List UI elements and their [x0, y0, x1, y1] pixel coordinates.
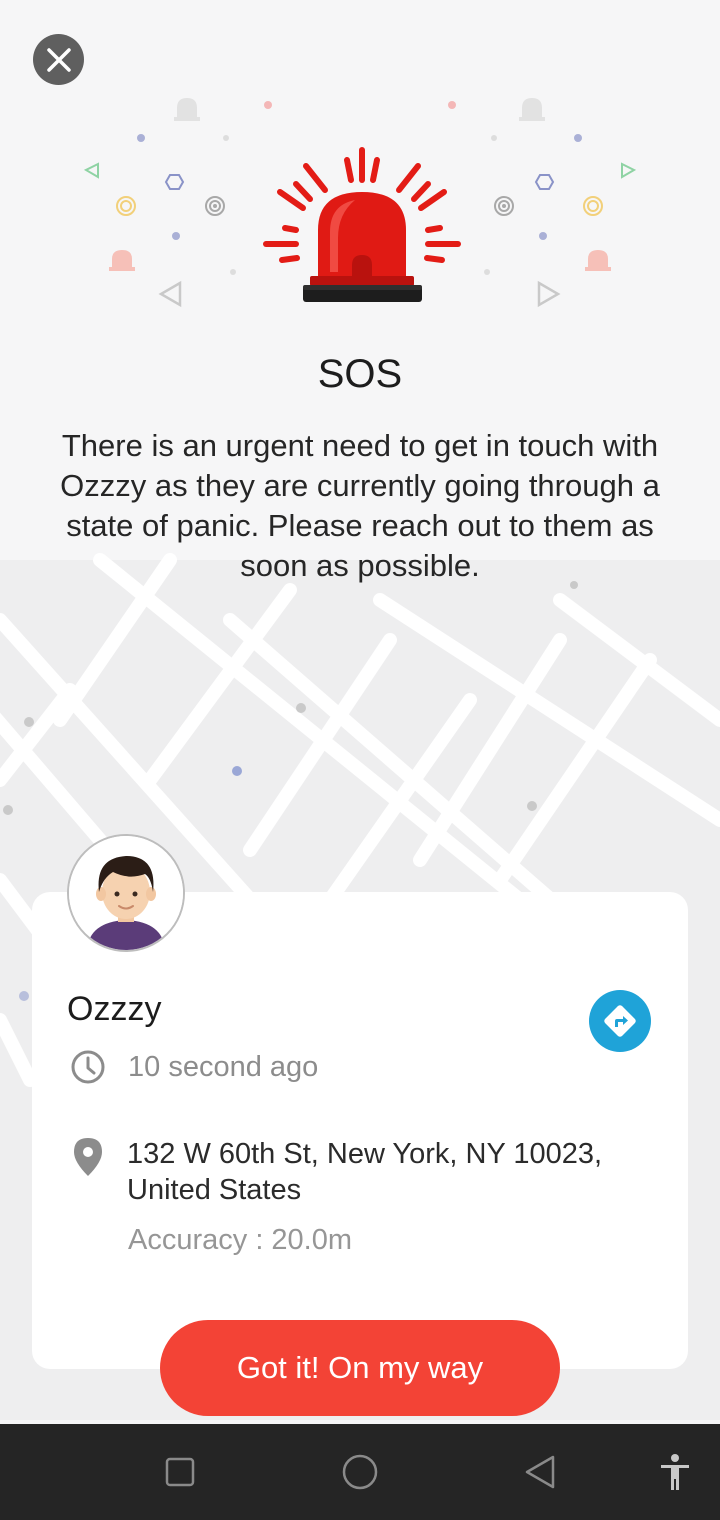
close-icon: [46, 47, 71, 72]
siren-illustration: [83, 98, 637, 308]
timestamp: 10 second ago: [128, 1051, 319, 1083]
close-button[interactable]: [33, 34, 84, 85]
accessibility-button[interactable]: [650, 1424, 700, 1520]
confirm-on-my-way-button[interactable]: Got it! On my way: [160, 1320, 560, 1416]
avatar: [67, 834, 185, 952]
contact-name: Ozzzy: [67, 990, 162, 1028]
location-pin-icon: [74, 1138, 102, 1176]
circle-icon: [342, 1454, 378, 1490]
back-button[interactable]: [510, 1424, 570, 1520]
system-navigation-bar: [0, 1424, 720, 1520]
square-icon: [165, 1457, 195, 1487]
alert-message: There is an urgent need to get in touch …: [60, 428, 660, 583]
page-title: SOS: [317, 352, 403, 396]
accessibility-icon: [661, 1454, 689, 1490]
recent-apps-button[interactable]: [150, 1424, 210, 1520]
clock-icon: [71, 1050, 105, 1084]
home-button[interactable]: [330, 1424, 390, 1520]
directions-icon: [604, 1005, 636, 1037]
directions-button[interactable]: [589, 990, 651, 1052]
contact-card: [32, 892, 688, 1369]
triangle-back-icon: [525, 1455, 555, 1489]
accuracy-text: Accuracy : 20.0m: [128, 1224, 353, 1256]
address-text: 132 W 60th St, New York, NY 10023, Unite…: [127, 1138, 603, 1206]
